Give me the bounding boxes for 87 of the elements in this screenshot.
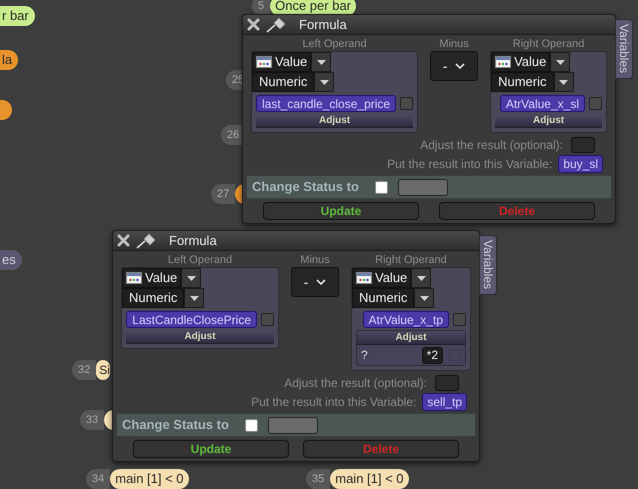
result-variable-label: Put the result into this Variable: [387,156,552,173]
status-field[interactable] [398,178,448,196]
change-status-label: Change Status to [122,416,229,434]
status-field[interactable] [268,416,318,434]
type-select[interactable]: Value [252,52,312,72]
node-number: 27 [211,184,236,204]
format-select[interactable]: Numeric [352,288,414,308]
node-number: 34 [86,469,110,489]
window-title: Formula [169,232,217,250]
variable-chip[interactable]: AtrValue_x_sl [500,95,585,112]
change-status-label: Change Status to [252,178,359,196]
pin-icon[interactable] [265,16,287,34]
close-icon[interactable] [247,18,260,31]
dropdown-button[interactable] [181,268,202,288]
caret-icon [420,296,429,300]
node-label[interactable]: r bar [0,6,35,26]
dropdown-button[interactable] [550,52,570,72]
operator-label: Minus [439,37,469,51]
window-icon [495,56,512,68]
operator-select[interactable]: - [291,267,339,297]
caret-icon [556,60,565,64]
adjust-operator: ? [361,347,368,364]
window-icon [126,272,142,284]
node-label[interactable]: la [0,50,18,70]
checkbox[interactable] [400,97,414,110]
caret-icon [320,80,329,84]
node-number: 33 [80,410,104,430]
caret-icon [190,296,199,300]
variable-chip[interactable]: LastCandleClosePrice [126,311,257,328]
node-label[interactable]: main [1] < 0 [110,469,189,489]
node-number: 32 [72,360,96,380]
operand-label: Left Operand [301,37,368,51]
dropdown-button[interactable] [184,288,204,308]
node-label[interactable]: Si [96,360,110,380]
window-icon [256,56,272,68]
type-select[interactable]: Value [491,52,550,72]
result-variable-chip[interactable]: buy_sl [558,155,603,173]
adjust-button[interactable]: Adjust [126,330,274,344]
operand-label: Right Operand [374,253,448,267]
close-icon[interactable] [117,234,130,247]
dropdown-button[interactable] [311,52,332,72]
operand-label: Right Operand [512,37,586,51]
adjust-result-field[interactable] [571,137,595,153]
caret-icon [559,80,568,84]
checkbox[interactable] [244,418,258,432]
dropdown-button[interactable] [414,288,434,308]
update-button[interactable]: Update [263,202,419,220]
variable-chip[interactable]: last_candle_close_price [256,95,396,112]
adjust-button[interactable]: Adjust [357,331,465,345]
caret-icon [186,276,196,280]
variable-chip[interactable]: AtrValue_x_tp [362,311,449,328]
operator-select[interactable]: - [430,51,478,81]
checkbox[interactable] [453,313,466,326]
caret-icon [316,60,326,64]
checkbox[interactable] [374,180,388,194]
type-select[interactable]: Value [122,268,182,288]
format-select[interactable]: Numeric [252,72,314,92]
result-variable-label: Put the result into this Variable: [251,394,416,411]
dropdown-button[interactable] [554,72,574,92]
format-select[interactable]: Numeric [122,288,184,308]
variables-tab[interactable]: Variables [615,19,633,79]
node-label[interactable]: main [1] < 0 [330,469,409,489]
dropdown-button[interactable] [411,268,432,288]
adjust-result-field[interactable] [435,375,459,391]
adjust-button[interactable]: Adjust [256,114,414,128]
format-select[interactable]: Numeric [491,72,554,92]
caret-icon [416,276,426,280]
chevron-down-icon [316,279,326,285]
operand-label: Left Operand [166,253,234,267]
window-title: Formula [299,16,347,34]
operator-label: Minus [300,253,330,267]
window-icon [356,272,372,284]
result-variable-chip[interactable]: sell_tp [422,393,467,411]
adjust-value-field[interactable]: *2 [422,346,443,364]
adjust-result-label: Adjust the result (optional): [420,137,563,154]
update-button[interactable]: Update [133,440,289,458]
node-label[interactable]: es [0,250,22,270]
dropdown-button[interactable] [314,72,334,92]
node-number: 35 [306,469,330,489]
variables-tab[interactable]: Variables [479,235,497,295]
adjust-result-label: Adjust the result (optional): [284,375,427,392]
adjust-button[interactable]: Adjust [495,114,602,128]
checkbox[interactable] [261,313,274,326]
checkbox[interactable] [589,97,602,110]
pin-icon[interactable] [135,232,157,250]
chevron-down-icon [455,63,466,69]
type-select[interactable]: Value [352,268,412,288]
